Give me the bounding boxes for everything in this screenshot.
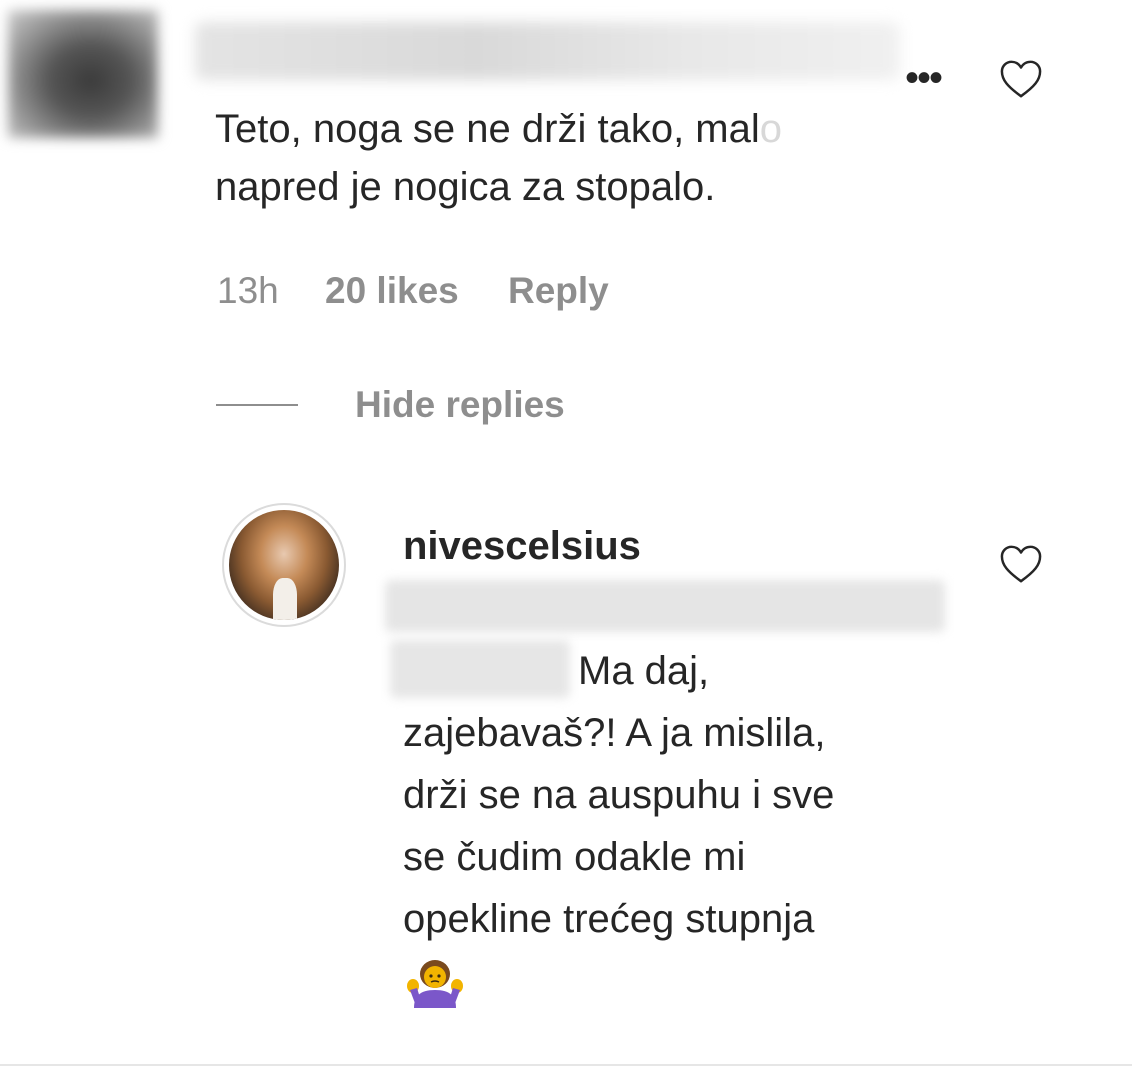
reply-line: drži se na auspuhu i sve <box>403 773 835 817</box>
reply-line: Ma daj, <box>578 649 710 693</box>
hide-replies-button[interactable]: Hide replies <box>355 382 565 428</box>
commenter-avatar[interactable] <box>8 10 158 138</box>
comment-text-part: Teto, noga se ne drži tako, mal <box>215 107 760 151</box>
reply-line: zajebavaš?! A ja mislila, <box>403 711 826 755</box>
comment-text-faded: o <box>759 107 782 151</box>
bottom-divider <box>0 1064 1132 1066</box>
reply-line: se čudim odakle mi <box>403 835 746 879</box>
reply-avatar[interactable] <box>222 503 346 627</box>
like-comment-icon[interactable] <box>998 58 1044 100</box>
reply-line: opekline trećeg stupnja <box>403 897 815 941</box>
reply-username[interactable]: nivescelsius <box>403 522 641 570</box>
reply-redacted-text <box>385 580 945 632</box>
comment-text-line2: napred je nogica za stopalo. <box>215 165 716 209</box>
reply-button[interactable]: Reply <box>508 268 609 314</box>
person-shrugging-icon <box>406 958 464 1010</box>
reply-avatar-image <box>229 510 339 620</box>
reply-text: Ma daj, zajebavaš?! A ja mislila, drži s… <box>403 640 943 950</box>
commenter-username-redacted <box>195 22 900 80</box>
replies-divider <box>216 404 298 406</box>
more-options-icon[interactable]: ••• <box>905 58 965 98</box>
like-reply-icon[interactable] <box>998 543 1044 585</box>
comment-text: Teto, noga se ne drži tako, malo napred … <box>215 100 915 216</box>
comment-time[interactable]: 13h <box>217 268 279 314</box>
comment-likes[interactable]: 20 likes <box>325 268 459 314</box>
